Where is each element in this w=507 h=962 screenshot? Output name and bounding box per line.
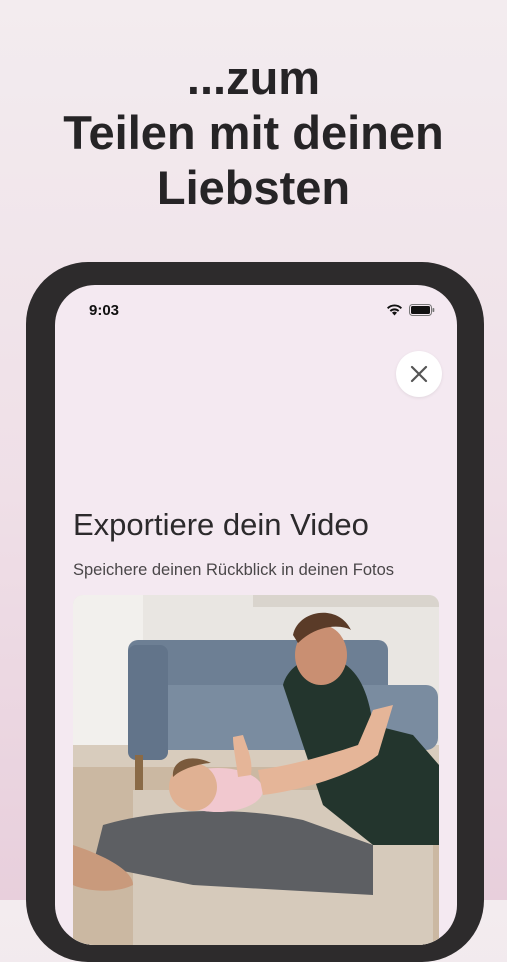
preview-photo <box>73 595 439 945</box>
wifi-icon <box>387 304 402 316</box>
export-title: Exportiere dein Video <box>73 507 369 542</box>
photo-illustration <box>73 595 439 945</box>
close-icon <box>410 365 428 383</box>
export-subtitle: Speichere deinen Rückblick in deinen Fot… <box>73 561 395 579</box>
phone-screen: 9:03 Exportiere dein Video Speichere dei… <box>55 285 457 945</box>
headline-line-3: Liebsten <box>156 161 351 214</box>
status-icons <box>386 304 435 316</box>
headline-line-2: Teilen mit deinen <box>63 106 444 159</box>
close-button[interactable] <box>396 351 442 397</box>
battery-icon <box>409 304 435 316</box>
headline: ...zum Teilen mit deinen Liebsten <box>0 50 507 215</box>
headline-line-1: ...zum <box>186 51 321 104</box>
status-time: 9:03 <box>89 302 120 319</box>
